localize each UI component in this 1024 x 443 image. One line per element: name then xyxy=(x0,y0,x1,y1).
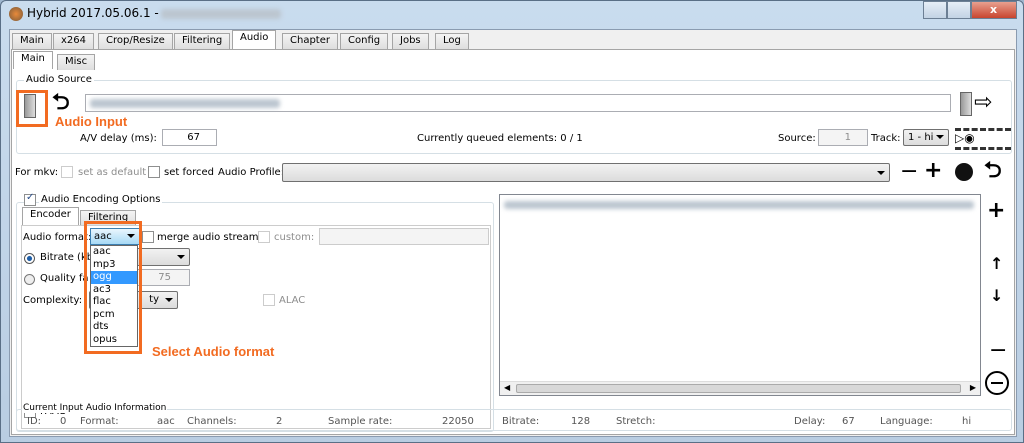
delay-label: Delay: xyxy=(794,416,826,427)
sample-rate-label: Sample rate: xyxy=(328,416,393,427)
language-label: Language: xyxy=(880,416,933,427)
complexity-value: ty xyxy=(149,294,159,305)
add-profile-icon[interactable]: + xyxy=(924,160,942,182)
audio-queue-list[interactable]: ◀ ▶ xyxy=(499,194,981,396)
quality-radio[interactable] xyxy=(24,274,35,285)
track-value: 1 - hi xyxy=(908,132,934,143)
bitrate-info-value: 128 xyxy=(571,416,591,427)
tab-crop-resize[interactable]: Crop/Resize xyxy=(98,33,173,49)
scrollbar-thumb[interactable] xyxy=(516,384,961,393)
minimize-button[interactable] xyxy=(923,1,947,19)
merge-streams-label: merge audio streams xyxy=(157,232,264,243)
tab-main[interactable]: Main xyxy=(12,33,52,49)
format-option-opus[interactable]: opus xyxy=(91,334,137,347)
arrow-right-icon[interactable]: ⇨ xyxy=(974,92,992,114)
horizontal-scrollbar[interactable]: ◀ ▶ xyxy=(500,381,980,395)
tab-filtering[interactable]: Filtering xyxy=(174,33,231,49)
tab-encoder[interactable]: Encoder xyxy=(22,207,79,225)
channels-value: 2 xyxy=(276,416,283,427)
track-label: Track: xyxy=(871,133,901,144)
set-default-checkbox[interactable] xyxy=(61,166,73,178)
move-up-icon[interactable]: ↑ xyxy=(990,254,1003,273)
subtab-main[interactable]: Main xyxy=(13,51,53,69)
input-info-row: ID: 0 Format: aac Channels: 2 Sample rat… xyxy=(12,416,1012,428)
title-blurred xyxy=(161,9,281,19)
source-spinbox[interactable]: 1 xyxy=(818,129,868,146)
format-label: Format: xyxy=(80,416,119,427)
for-mkv-label: For mkv: xyxy=(15,167,59,178)
reset-profile-icon[interactable]: ⮌ xyxy=(984,160,1002,182)
set-forced-checkbox[interactable] xyxy=(148,166,160,178)
tab-config[interactable]: Config xyxy=(340,33,389,49)
av-delay-spinbox[interactable]: 67 xyxy=(162,129,217,146)
move-down-icon[interactable]: ↓ xyxy=(990,286,1003,305)
audio-encoding-checkbox[interactable]: ✓ xyxy=(24,192,36,206)
audio-format-label: Audio format: xyxy=(23,232,92,243)
format-option-dts[interactable]: dts xyxy=(91,321,137,334)
audio-format-dropdown: aac mp3 ogg ac3 flac pcm dts opus xyxy=(90,245,138,347)
bitrate-info-label: Bitrate: xyxy=(502,416,540,427)
sample-rate-value: 22050 xyxy=(442,416,474,427)
clear-queue-icon[interactable] xyxy=(985,371,1009,395)
alac-checkbox[interactable] xyxy=(263,294,275,306)
undo-icon[interactable]: ⮌ xyxy=(52,92,70,114)
set-forced-label: set forced xyxy=(164,167,214,178)
audio-encoding-label: Audio Encoding Options xyxy=(39,194,163,205)
remove-profile-icon[interactable]: − xyxy=(900,161,918,183)
audio-profile-label: Audio Profile: xyxy=(218,167,285,178)
language-value: hi xyxy=(962,416,972,427)
custom-input[interactable] xyxy=(319,228,489,245)
window-title: Hybrid 2017.05.06.1 - xyxy=(27,6,159,20)
id-label: ID: xyxy=(27,416,42,427)
audio-source-path-input[interactable] xyxy=(85,94,951,112)
save-profile-icon[interactable] xyxy=(955,163,973,181)
source-label: Source: xyxy=(778,133,816,144)
audio-source-label: Audio Source xyxy=(24,74,94,85)
alac-label: ALAC xyxy=(279,295,306,306)
format-option-ac3[interactable]: ac3 xyxy=(91,284,137,297)
queued-elements-text: Currently queued elements: 0 / 1 xyxy=(417,133,583,144)
tab-audio[interactable]: Audio xyxy=(232,30,277,49)
tab-jobs[interactable]: Jobs xyxy=(392,33,429,49)
complexity-label: Complexity: xyxy=(23,295,83,306)
format-option-mp3[interactable]: mp3 xyxy=(91,259,137,272)
format-option-flac[interactable]: flac xyxy=(91,296,137,309)
open-file-icon[interactable] xyxy=(24,94,36,118)
preview-film-icon[interactable]: ▷◉ xyxy=(955,128,1011,150)
audio-input-annotation: Audio Input xyxy=(55,114,128,129)
set-default-label: set as default xyxy=(78,167,147,178)
app-logo-icon xyxy=(9,7,23,21)
audio-page: Main Misc Audio Source ⮌ ⇨ Audio Input A… xyxy=(11,49,1015,435)
bitrate-radio[interactable] xyxy=(24,253,35,264)
tab-chapter[interactable]: Chapter xyxy=(282,33,338,49)
select-format-annotation: Select Audio format xyxy=(152,344,275,359)
audio-profile-select[interactable] xyxy=(282,163,890,182)
remove-queue-icon[interactable]: − xyxy=(989,340,1007,362)
input-info-label: Current Input Audio Information xyxy=(22,403,168,413)
format-value: aac xyxy=(157,416,175,427)
open-file-icon-2[interactable] xyxy=(960,92,972,116)
format-option-aac[interactable]: aac xyxy=(91,246,137,259)
format-option-pcm[interactable]: pcm xyxy=(91,309,137,322)
id-value: 0 xyxy=(60,416,67,427)
delay-value: 67 xyxy=(842,416,855,427)
maximize-button[interactable] xyxy=(947,1,971,19)
av-delay-label: A/V delay (ms): xyxy=(80,133,157,144)
app-window: Hybrid 2017.05.06.1 - x Main x264 Crop/R… xyxy=(0,0,1024,443)
track-select[interactable]: 1 - hi xyxy=(903,129,949,146)
quality-label: Quality fa xyxy=(40,273,89,284)
stretch-label: Stretch: xyxy=(616,416,656,427)
tab-log[interactable]: Log xyxy=(435,33,469,49)
add-queue-icon[interactable]: + xyxy=(987,200,1005,222)
channels-label: Channels: xyxy=(187,416,237,427)
tab-x264[interactable]: x264 xyxy=(53,33,95,49)
format-option-ogg[interactable]: ogg xyxy=(91,271,137,284)
client-area: Main x264 Crop/Resize Filtering Audio Ch… xyxy=(9,29,1017,437)
custom-checkbox[interactable] xyxy=(258,231,270,243)
close-button[interactable]: x xyxy=(971,1,1017,19)
merge-streams-checkbox[interactable] xyxy=(142,231,154,243)
custom-label: custom: xyxy=(274,232,315,243)
subtab-misc[interactable]: Misc xyxy=(57,54,96,70)
